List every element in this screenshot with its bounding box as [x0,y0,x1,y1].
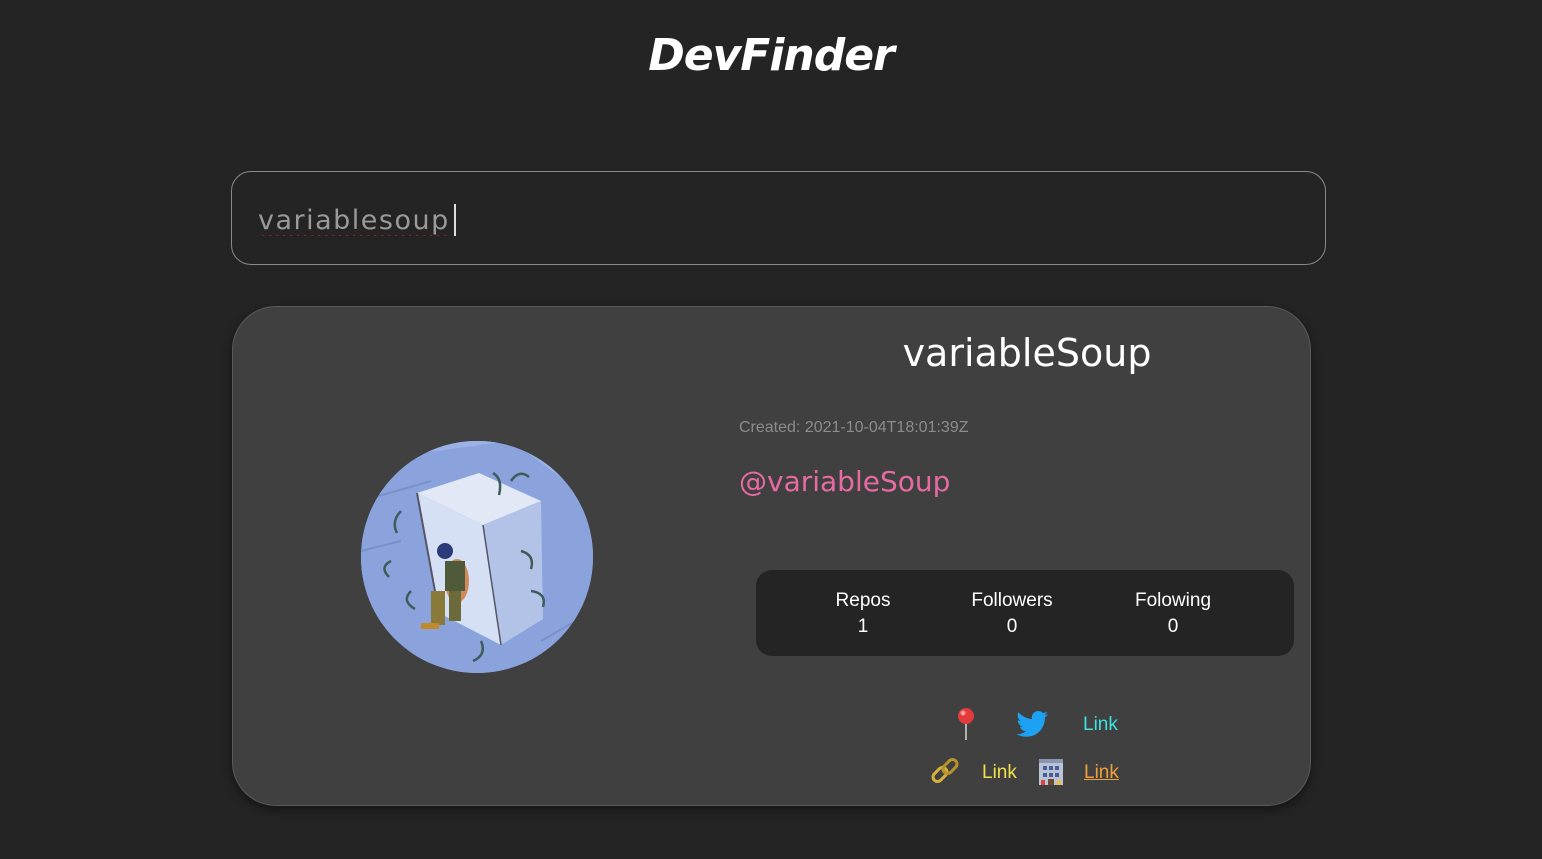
stat-label: Followers [971,590,1053,611]
stat-value: 1 [857,616,869,637]
created-label: Created: [739,419,805,436]
blog-link[interactable]: Link [982,762,1017,784]
stat-value: 0 [1167,616,1179,637]
stat-value: 0 [1006,616,1018,637]
search-input[interactable] [256,196,1300,244]
twitter-link[interactable]: Link [1083,714,1118,736]
devfinder-app: DevFinder variablesoup variableSoup Crea… [0,0,1542,859]
profile-handle[interactable]: @variableSoup [739,465,950,498]
stat-following: Folowing 0 [1103,588,1243,640]
search-box[interactable] [231,171,1326,265]
avatar [361,441,593,673]
stat-label: Folowing [1134,590,1212,611]
stat-followers: Followers 0 [942,588,1082,640]
pushpin-icon [955,707,977,746]
stat-label: Repos [835,590,891,611]
office-building-icon [1035,755,1067,792]
stat-repos: Repos 1 [793,588,933,640]
company-link[interactable]: Link [1084,762,1119,784]
twitter-bird-icon [1015,710,1049,745]
created-value: 2021-10-04T18:01:39Z [804,419,969,436]
profile-card: variableSoup Created: 2021-10-04T18:01:3… [232,306,1311,806]
created-date: Created: 2021-10-04T18:01:39Z [739,419,968,437]
profile-name: variableSoup [902,331,1152,375]
text-caret [454,204,456,236]
app-title: DevFinder [648,30,895,81]
chain-link-icon [929,755,961,792]
stats-panel: Repos 1 Followers 0 Folowing 0 [756,570,1294,656]
